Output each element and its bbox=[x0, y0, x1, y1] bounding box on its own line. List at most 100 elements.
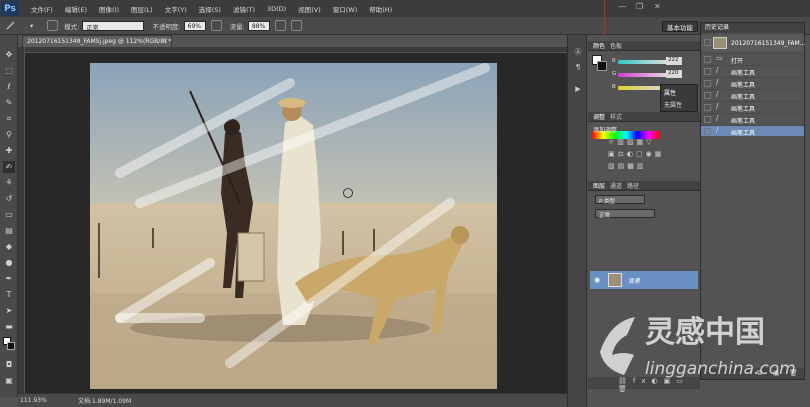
gradient-tool-icon[interactable]: ▤ bbox=[3, 225, 15, 237]
history-item[interactable]: / 画笔工具 bbox=[701, 113, 804, 125]
document-tab[interactable]: 20120716151349_FAMSj.jpeg @ 112%(RGB/8) … bbox=[22, 35, 172, 47]
pen-tool-icon[interactable]: ✒ bbox=[3, 273, 15, 285]
menu-3d[interactable]: 3D(D) bbox=[267, 5, 286, 13]
brush-panel-icon[interactable]: ¶ bbox=[572, 63, 584, 74]
history-snapshot[interactable]: 20120716151349_FAM... bbox=[701, 35, 805, 51]
history-item[interactable]: / 画笔工具 bbox=[701, 101, 804, 113]
quick-select-tool-icon[interactable]: ✎ bbox=[3, 97, 15, 109]
history-panel-title: 历史记录 bbox=[701, 23, 804, 33]
history-item-label: 画笔工具 bbox=[731, 118, 756, 125]
menu-edit[interactable]: 编辑(E) bbox=[65, 4, 87, 14]
blur-tool-icon[interactable]: ◆ bbox=[3, 241, 15, 253]
menu-filter[interactable]: 滤镜(T) bbox=[233, 4, 255, 14]
history-item[interactable]: ▭ 打开 bbox=[701, 53, 804, 65]
history-item[interactable]: / 画笔工具 bbox=[701, 65, 804, 77]
tab-styles[interactable]: 样式 bbox=[610, 112, 622, 121]
background-color-chip[interactable] bbox=[597, 61, 607, 71]
green-value[interactable]: 220 bbox=[666, 70, 682, 78]
healing-tool-icon[interactable]: ✚ bbox=[3, 145, 15, 157]
workspace-button[interactable]: 基本功能 bbox=[662, 21, 698, 32]
history-item-label: 画笔工具 bbox=[731, 82, 756, 89]
brush-tool-icon[interactable]: ✍ bbox=[3, 161, 15, 173]
history-source-checkbox[interactable] bbox=[704, 116, 711, 123]
close-tab-icon[interactable]: × bbox=[162, 37, 168, 45]
path-select-tool-icon[interactable]: ➤ bbox=[3, 305, 15, 317]
minimize-button[interactable]: — bbox=[618, 2, 626, 11]
history-item-label: 打开 bbox=[731, 58, 744, 65]
menu-file[interactable]: 文件(F) bbox=[31, 4, 53, 14]
red-value[interactable]: 222 bbox=[666, 57, 682, 65]
opacity-input[interactable]: 69% bbox=[183, 20, 206, 31]
layers-panel-tabs: 图层 通道 路径 bbox=[588, 181, 700, 191]
tab-paths[interactable]: 路径 bbox=[627, 181, 639, 190]
history-source-checkbox[interactable] bbox=[704, 128, 711, 135]
actions-panel-icon[interactable]: ▶ bbox=[572, 85, 584, 96]
maximize-button[interactable]: ❐ bbox=[636, 2, 643, 11]
tab-adjustments[interactable]: 调整 bbox=[593, 112, 605, 121]
adjustment-icons-grid[interactable]: ☼▥▨▦▽ ▣⚖◐▢◉▦ ▧▤▩▥ bbox=[608, 136, 678, 172]
history-item[interactable]: / 画笔工具 bbox=[701, 77, 804, 89]
tab-layers[interactable]: 图层 bbox=[593, 181, 605, 190]
history-source-checkbox[interactable] bbox=[704, 80, 711, 87]
layer-name[interactable]: 背景 bbox=[628, 276, 640, 285]
eraser-tool-icon[interactable]: ▭ bbox=[3, 209, 15, 221]
tab-swatches[interactable]: 色板 bbox=[610, 41, 622, 50]
screen-mode-icon[interactable]: ▣ bbox=[3, 375, 15, 387]
background-color-swatch[interactable] bbox=[7, 342, 15, 350]
mode-select[interactable]: 正常 bbox=[82, 20, 145, 32]
history-source-checkbox[interactable] bbox=[704, 92, 711, 99]
menu-select[interactable]: 选择(S) bbox=[199, 4, 221, 14]
blend-mode-select[interactable]: 正常 bbox=[595, 209, 655, 219]
eyedropper-tool-icon[interactable]: ⚲ bbox=[3, 129, 15, 141]
history-panel-icon[interactable]: Ⓐ bbox=[572, 47, 584, 58]
tab-channels[interactable]: 通道 bbox=[610, 181, 622, 190]
brush-preset-icon[interactable] bbox=[5, 20, 16, 31]
layer-filter-select[interactable]: P 类型 bbox=[595, 195, 645, 205]
history-source-checkbox[interactable] bbox=[704, 56, 711, 63]
move-tool-icon[interactable]: ✥ bbox=[3, 49, 15, 61]
color-panel-tabs: 颜色 色板 bbox=[588, 41, 700, 51]
history-brush-tool-icon[interactable]: ↺ bbox=[3, 193, 15, 205]
zoom-level[interactable]: 111.93% bbox=[20, 397, 70, 404]
history-source-checkbox[interactable] bbox=[704, 104, 711, 111]
open-icon: ▭ bbox=[716, 54, 723, 62]
pressure-opacity-icon[interactable] bbox=[210, 20, 222, 31]
type-tool-icon[interactable]: T bbox=[3, 289, 15, 301]
airbrush-icon[interactable] bbox=[274, 20, 286, 31]
crop-tool-icon[interactable]: ⌗ bbox=[3, 113, 15, 125]
menu-layer[interactable]: 图层(L) bbox=[131, 4, 153, 14]
visibility-eye-icon[interactable]: ◉ bbox=[594, 276, 600, 284]
document-info: 文档:1.89M/1.09M bbox=[78, 398, 132, 405]
snapshot-source-checkbox[interactable] bbox=[704, 39, 711, 46]
quick-mask-icon[interactable]: ◘ bbox=[3, 359, 15, 371]
menu-window[interactable]: 窗口(W) bbox=[333, 4, 358, 14]
green-slider[interactable] bbox=[618, 73, 670, 77]
opacity-label: 不透明度: bbox=[152, 22, 181, 31]
color-swatches[interactable] bbox=[3, 337, 15, 353]
menu-view[interactable]: 视图(V) bbox=[298, 4, 321, 14]
menu-image[interactable]: 图像(I) bbox=[99, 4, 119, 14]
flow-input[interactable]: 88% bbox=[247, 20, 270, 31]
close-button[interactable]: ✕ bbox=[654, 2, 661, 11]
options-bar: ▾ 模式: 正常 不透明度: 69% 流量: 88% 基本功能 bbox=[0, 17, 810, 35]
watermark: 灵感中国 lingganchina.com bbox=[590, 292, 805, 392]
history-item-selected[interactable]: / 画笔工具 bbox=[701, 125, 804, 137]
menu-type[interactable]: 文字(Y) bbox=[165, 4, 187, 14]
shape-tool-icon[interactable]: ▬ bbox=[3, 321, 15, 333]
tab-color[interactable]: 颜色 bbox=[593, 41, 605, 50]
brush-panel-icon[interactable] bbox=[47, 20, 59, 31]
layer-row[interactable]: ◉ 背景 bbox=[590, 271, 698, 289]
document-tab-title: 20120716151349_FAMSj.jpeg @ 112%(RGB/8) … bbox=[27, 38, 172, 45]
red-slider[interactable] bbox=[618, 60, 670, 64]
clone-stamp-tool-icon[interactable]: ⚘ bbox=[3, 177, 15, 189]
lasso-tool-icon[interactable]: ℓ bbox=[3, 81, 15, 93]
menu-help[interactable]: 帮助(H) bbox=[369, 4, 392, 14]
history-item[interactable]: / 画笔工具 bbox=[701, 89, 804, 101]
dodge-tool-icon[interactable]: ● bbox=[3, 257, 15, 269]
canvas-image[interactable] bbox=[90, 63, 497, 389]
history-source-checkbox[interactable] bbox=[704, 68, 711, 75]
marquee-tool-icon[interactable]: ⬚ bbox=[3, 65, 15, 77]
pressure-size-icon[interactable] bbox=[290, 20, 302, 31]
collapsed-panel-strip: Ⓐ ¶ ▶ bbox=[567, 35, 587, 407]
brush-size-text[interactable]: ▾ bbox=[30, 22, 33, 30]
